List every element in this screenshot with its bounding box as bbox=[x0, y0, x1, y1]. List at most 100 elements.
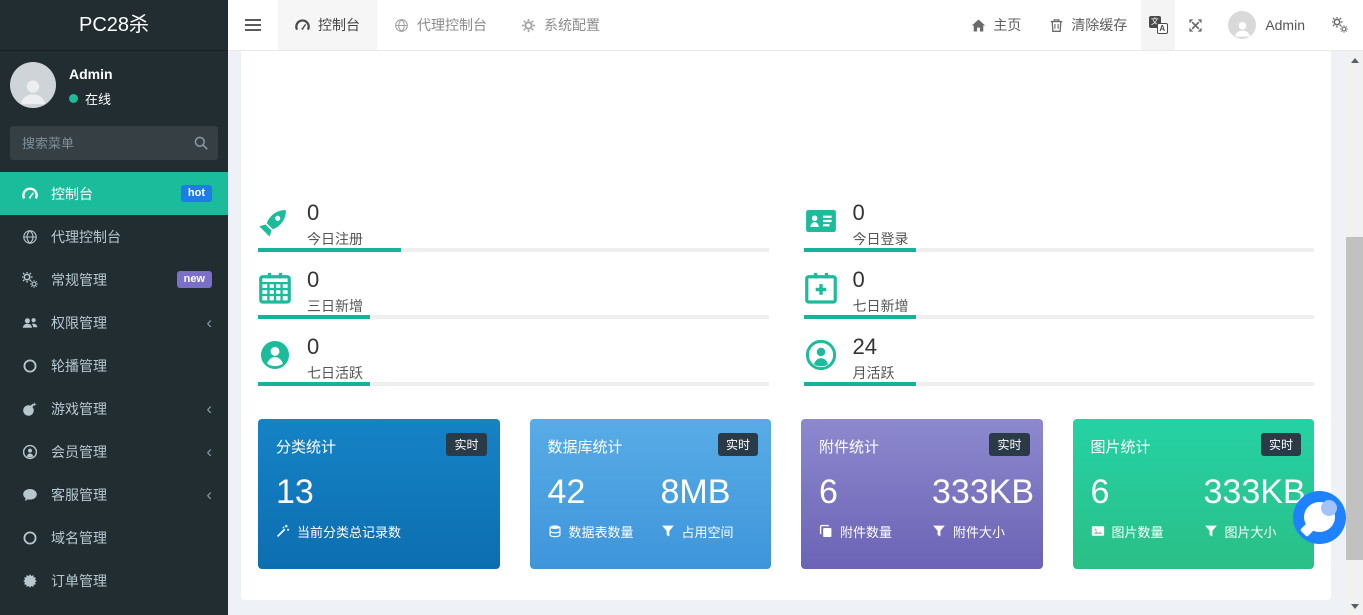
sidebar-item-label: 控制台 bbox=[51, 184, 93, 204]
nav-tab-label: 系统配置 bbox=[544, 15, 600, 35]
stat-card: 附件统计 实时 6 附件数量 333KB 附件大小 bbox=[801, 419, 1043, 569]
search-input[interactable] bbox=[10, 126, 218, 160]
nav-tab[interactable]: 系统配置 bbox=[504, 0, 617, 50]
calendar-plus-icon bbox=[804, 271, 838, 305]
dashboard-panel: 0 今日注册 0 今日登录 0 三日新增 bbox=[241, 51, 1331, 600]
scrollbar-thumb[interactable] bbox=[1346, 237, 1363, 560]
metric-label: 占用空间 bbox=[682, 522, 734, 541]
sidebar-item-label: 代理控制台 bbox=[51, 227, 121, 247]
chevron-left-icon: ‹ bbox=[206, 400, 212, 417]
filter-icon bbox=[932, 524, 946, 538]
user-menu[interactable]: Admin bbox=[1216, 0, 1317, 50]
scroll-down-arrow[interactable] bbox=[1346, 598, 1363, 615]
sidebar-badge: new bbox=[177, 271, 212, 288]
sidebar-item[interactable]: 现金管理 bbox=[0, 602, 228, 615]
image-icon bbox=[1091, 524, 1105, 538]
stats-grid: 0 今日注册 0 今日登录 0 三日新增 bbox=[258, 201, 1314, 386]
metric-label: 附件大小 bbox=[953, 522, 1005, 541]
card-metric: 6 图片数量 bbox=[1091, 472, 1204, 541]
stat-item: 0 三日新增 bbox=[258, 268, 769, 319]
search-icon[interactable] bbox=[193, 135, 209, 151]
sidebar-item-label: 域名管理 bbox=[51, 528, 107, 548]
settings-button[interactable] bbox=[1317, 0, 1363, 50]
vertical-scrollbar[interactable] bbox=[1346, 51, 1363, 615]
person-icon bbox=[1232, 18, 1253, 39]
sidebar-item-label: 订单管理 bbox=[51, 571, 107, 591]
sidebar-item[interactable]: 权限管理 ‹ bbox=[0, 301, 228, 344]
stat-label: 七日活跃 bbox=[307, 363, 363, 383]
metric-value: 333KB bbox=[1204, 472, 1296, 513]
sidebar-item[interactable]: 客服管理 ‹ bbox=[0, 473, 228, 516]
stat-label: 七日新增 bbox=[853, 296, 909, 316]
avatar bbox=[10, 62, 56, 108]
nav-tab[interactable]: 控制台 bbox=[278, 0, 377, 50]
card-metric: 42 数据表数量 bbox=[548, 472, 661, 541]
metric-label: 数据表数量 bbox=[569, 522, 634, 541]
sidebar-item-label: 轮播管理 bbox=[51, 356, 107, 376]
metric-value: 42 bbox=[548, 472, 661, 513]
stat-item: 0 七日活跃 bbox=[258, 335, 769, 386]
home-button[interactable]: 主页 bbox=[957, 0, 1035, 50]
globe-icon bbox=[22, 229, 38, 245]
sidebar-item[interactable]: 订单管理 bbox=[0, 559, 228, 602]
nav-tab-label: 代理控制台 bbox=[417, 15, 487, 35]
scroll-up-arrow[interactable] bbox=[1346, 51, 1363, 68]
card-metric: 13 当前分类总记录数 bbox=[276, 472, 482, 541]
nav-tab-label: 控制台 bbox=[318, 15, 360, 35]
metric-value: 6 bbox=[1091, 472, 1204, 513]
chat-widget-button[interactable] bbox=[1293, 491, 1346, 544]
hamburger-menu-icon[interactable] bbox=[228, 0, 278, 50]
expand-icon bbox=[1188, 18, 1203, 33]
realtime-badge: 实时 bbox=[718, 433, 758, 456]
sidebar-item[interactable]: 会员管理 ‹ bbox=[0, 430, 228, 473]
stat-label: 今日注册 bbox=[307, 229, 363, 249]
person-icon bbox=[16, 74, 50, 108]
filter-icon bbox=[1204, 524, 1218, 538]
cogs-icon bbox=[22, 272, 38, 288]
fullscreen-button[interactable] bbox=[1175, 0, 1216, 50]
clear-cache-label: 清除缓存 bbox=[1071, 15, 1127, 35]
stat-value: 0 bbox=[853, 201, 909, 225]
cogs-icon bbox=[1332, 17, 1348, 33]
sidebar-item[interactable]: 代理控制台 bbox=[0, 215, 228, 258]
clear-cache-button[interactable]: 清除缓存 bbox=[1035, 0, 1141, 50]
magic-icon bbox=[276, 524, 290, 538]
sidebar-item[interactable]: 常规管理 new bbox=[0, 258, 228, 301]
avatar bbox=[1228, 11, 1256, 39]
user-circle-icon bbox=[22, 444, 38, 460]
circle-icon bbox=[22, 358, 38, 374]
card-metric: 333KB 附件大小 bbox=[932, 472, 1024, 541]
sidebar-menu: 控制台 hot 代理控制台 常规管理 new 权限管理 ‹ 轮播管理 游戏管理 … bbox=[0, 172, 228, 615]
sidebar-item[interactable]: 游戏管理 ‹ bbox=[0, 387, 228, 430]
copy-icon bbox=[819, 524, 833, 538]
stat-value: 0 bbox=[853, 268, 909, 292]
database-icon bbox=[548, 524, 562, 538]
card-metric: 6 附件数量 bbox=[819, 472, 932, 541]
bomb-icon bbox=[22, 401, 38, 417]
users-icon bbox=[22, 315, 38, 331]
stat-item: 0 今日注册 bbox=[258, 201, 769, 252]
globe-icon bbox=[394, 18, 409, 33]
card-metric: 333KB 图片大小 bbox=[1204, 472, 1296, 541]
stat-value: 0 bbox=[307, 335, 363, 359]
stat-card: 数据库统计 实时 42 数据表数量 8MB 占用空间 bbox=[530, 419, 772, 569]
sidebar-item-label: 游戏管理 bbox=[51, 399, 107, 419]
circle-icon bbox=[22, 530, 38, 546]
gear-icon bbox=[521, 18, 536, 33]
stat-label: 月活跃 bbox=[853, 363, 895, 383]
metric-label: 当前分类总记录数 bbox=[297, 522, 401, 541]
user-circle-line-icon bbox=[804, 338, 838, 372]
metric-value: 8MB bbox=[661, 472, 753, 513]
sidebar-item[interactable]: 轮播管理 bbox=[0, 344, 228, 387]
trash-icon bbox=[1049, 18, 1064, 33]
stat-label: 三日新增 bbox=[307, 296, 363, 316]
stat-item: 0 七日新增 bbox=[804, 268, 1315, 319]
chevron-left-icon: ‹ bbox=[206, 486, 212, 503]
sidebar-item[interactable]: 控制台 hot bbox=[0, 172, 228, 215]
sidebar-item[interactable]: 域名管理 bbox=[0, 516, 228, 559]
nav-tab[interactable]: 代理控制台 bbox=[377, 0, 504, 50]
translate-icon: 文 A bbox=[1149, 16, 1168, 34]
metric-value: 333KB bbox=[932, 472, 1024, 513]
stat-value: 0 bbox=[307, 201, 363, 225]
language-switch-button[interactable]: 文 A bbox=[1141, 0, 1175, 50]
